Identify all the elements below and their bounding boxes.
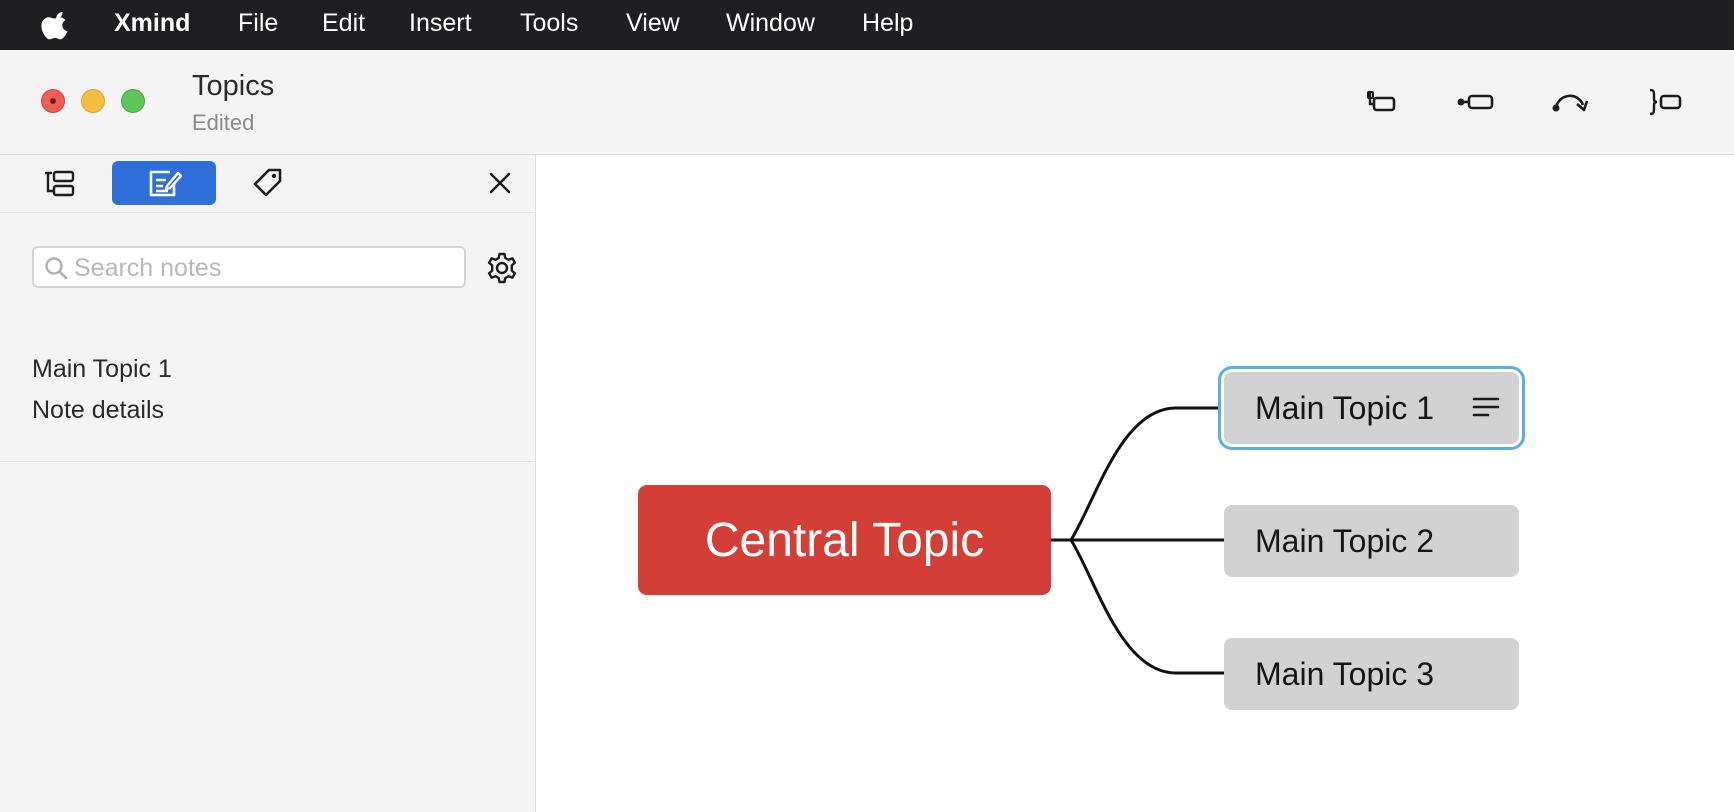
note-topic-title[interactable]: Main Topic 1: [32, 355, 172, 384]
tab-labels[interactable]: [216, 161, 320, 205]
main-topic-label: Main Topic 1: [1255, 390, 1435, 426]
summary-button[interactable]: [1642, 82, 1686, 122]
menu-app-name[interactable]: Xmind: [114, 0, 190, 50]
summary-icon: [1649, 88, 1682, 116]
notes-icon: [149, 170, 182, 197]
central-topic[interactable]: Central Topic: [638, 485, 1051, 595]
sidebar-tabs: [0, 155, 535, 213]
floating-topic-icon: [1457, 94, 1494, 110]
menu-window[interactable]: Window: [726, 0, 815, 50]
relationship-icon: [1552, 94, 1589, 112]
divider: [0, 461, 535, 462]
notes-sidebar: Main Topic 1 Note details: [0, 155, 536, 812]
app-window: Topics Edited Search notes Main Topic 1 …: [0, 50, 1734, 812]
subtopic-button[interactable]: [1360, 82, 1404, 122]
window-zoom-button[interactable]: [121, 89, 145, 113]
search-notes-field[interactable]: [32, 246, 466, 288]
menu-help[interactable]: Help: [862, 0, 913, 50]
menu-edit[interactable]: Edit: [322, 0, 365, 50]
note-marker-icon[interactable]: [1472, 395, 1500, 419]
close-sidebar-button[interactable]: [482, 165, 518, 201]
menu-bar: Xmind File Edit Insert Tools View Window…: [0, 0, 1734, 50]
menu-insert[interactable]: Insert: [409, 0, 472, 50]
document-status: Edited: [192, 110, 255, 135]
tab-notes[interactable]: [112, 161, 216, 205]
search-icon: [45, 257, 68, 280]
note-text[interactable]: Note details: [32, 396, 164, 425]
outliner-icon: [45, 170, 75, 197]
window-minimize-button[interactable]: [81, 89, 105, 113]
relationship-button[interactable]: [1548, 82, 1592, 122]
subtopic-icon: [1367, 90, 1396, 112]
connector-topic-3: [1069, 539, 1224, 675]
menu-view[interactable]: View: [626, 0, 680, 50]
search-notes-input[interactable]: [72, 252, 456, 284]
menu-tools[interactable]: Tools: [520, 0, 578, 50]
window-close-button[interactable]: [41, 89, 65, 113]
close-icon: [489, 172, 511, 194]
mind-map-canvas[interactable]: Central Topic Main Topic 1 Main Topic 2 …: [536, 155, 1734, 812]
floating-topic-button[interactable]: [1454, 82, 1498, 122]
main-topic-3[interactable]: Main Topic 3: [1224, 638, 1519, 710]
tag-icon: [253, 168, 282, 197]
connector-topic-1: [1069, 406, 1224, 541]
apple-logo-icon[interactable]: [40, 9, 74, 41]
main-topic-label: Main Topic 2: [1255, 523, 1435, 559]
document-title: Topics: [192, 70, 275, 102]
menu-file[interactable]: File: [238, 0, 278, 50]
main-topic-2[interactable]: Main Topic 2: [1224, 505, 1519, 577]
tab-outliner[interactable]: [8, 161, 112, 205]
main-topic-label: Main Topic 3: [1255, 656, 1435, 692]
main-topic-1[interactable]: Main Topic 1: [1224, 372, 1519, 444]
gear-icon[interactable]: [485, 251, 519, 285]
title-bar: Topics Edited: [0, 50, 1734, 155]
branch-connectors: [1051, 406, 1224, 675]
